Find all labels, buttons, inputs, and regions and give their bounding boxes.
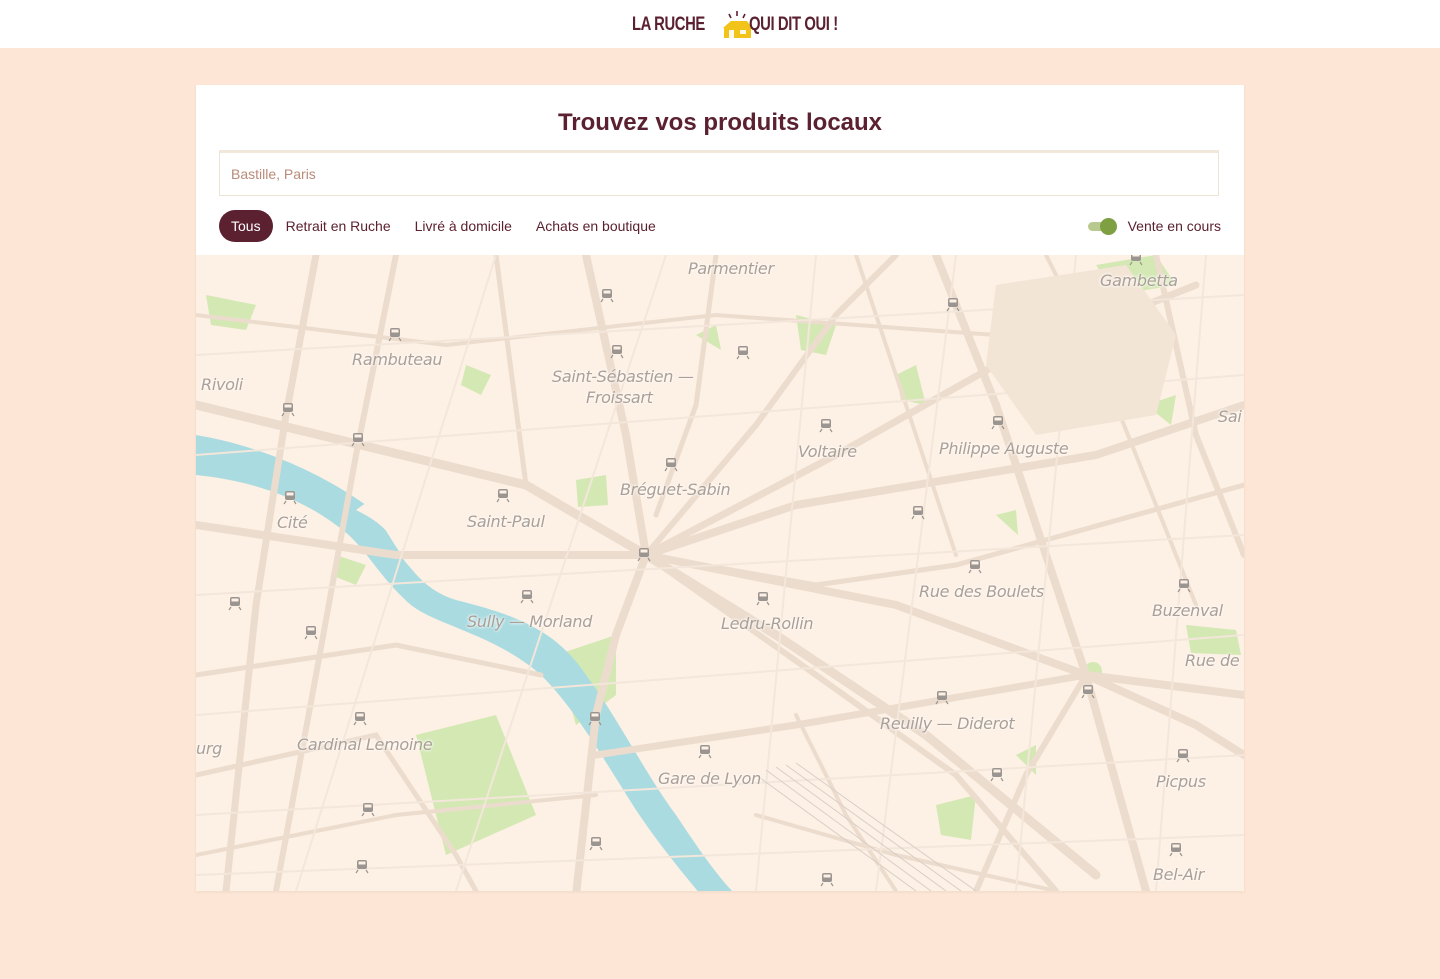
map-label-sully-morland: Sully — Morland <box>467 612 593 631</box>
map-label-urg: urg <box>196 739 222 758</box>
sale-toggle-group: Vente en cours <box>1087 210 1221 242</box>
map-label-cardinal-lemoine: Cardinal Lemoine <box>297 735 433 754</box>
search-card: Trouvez vos produits locaux Tous Retrait… <box>196 85 1244 891</box>
map-label-cite: Cité <box>277 513 308 532</box>
delivery-filters: Tous Retrait en Ruche Livré à domicile A… <box>219 210 668 242</box>
filter-shop-purchase[interactable]: Achats en boutique <box>524 210 668 242</box>
map-label-voltaire: Voltaire <box>798 442 857 461</box>
map-label-reuilly-diderot: Reuilly — Diderot <box>880 714 1015 733</box>
map-cemetery <box>986 265 1176 435</box>
map-label-buzenval: Buzenval <box>1152 601 1223 620</box>
map[interactable]: Parmentier Gambetta Rambuteau Rivoli Sai… <box>196 255 1244 891</box>
map-label-bel-air: Bel-Air <box>1153 865 1204 884</box>
map-label-gare-de-lyon: Gare de Lyon <box>658 769 761 788</box>
toggle-knob <box>1099 218 1117 235</box>
map-label-rue-des-boulets: Rue des Boulets <box>919 582 1044 601</box>
map-label-rivoli: Rivoli <box>201 375 243 394</box>
logo-text-left: LA RUCHE <box>632 14 705 35</box>
map-label-saint-sebastien: Saint-Sébastien — <box>552 367 694 386</box>
page-title: Trouvez vos produits locaux <box>557 109 883 136</box>
sale-in-progress-label: Vente en cours <box>1127 218 1221 234</box>
filter-home-delivery[interactable]: Livré à domicile <box>403 210 524 242</box>
map-label-ledru-rollin: Ledru-Rollin <box>721 614 814 633</box>
map-label-saint-paul: Saint-Paul <box>467 512 545 531</box>
map-label-gambetta: Gambetta <box>1100 271 1178 290</box>
map-label-rue-de: Rue de <box>1185 651 1240 670</box>
filter-all[interactable]: Tous <box>219 210 273 242</box>
map-label-sai: Sai <box>1218 407 1242 426</box>
filter-pickup-hive[interactable]: Retrait en Ruche <box>274 210 403 242</box>
map-label-parmentier: Parmentier <box>688 259 774 278</box>
map-label-philippe-auguste: Philippe Auguste <box>939 439 1069 458</box>
map-label-breguet-sabin: Bréguet-Sabin <box>620 480 731 499</box>
map-label-froissart: Froissart <box>586 388 653 407</box>
location-search-input[interactable] <box>219 150 1219 196</box>
logo[interactable]: LA RUCHE QUI DIT OUI ! <box>632 8 863 42</box>
logo-text-right: QUI DIT OUI ! <box>749 14 839 35</box>
top-bar: LA RUCHE QUI DIT OUI ! <box>0 0 1440 48</box>
sale-in-progress-toggle[interactable] <box>1087 218 1117 235</box>
map-label-picpus: Picpus <box>1156 772 1206 791</box>
map-label-rambuteau: Rambuteau <box>352 350 443 369</box>
